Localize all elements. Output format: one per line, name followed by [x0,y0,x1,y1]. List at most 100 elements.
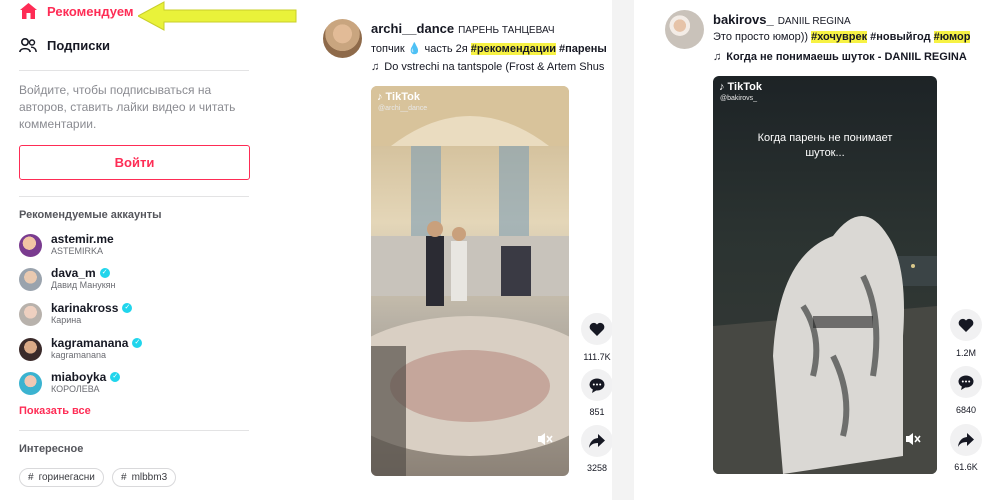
show-all-link[interactable]: Показать все [19,405,91,417]
mute-icon[interactable] [537,432,553,449]
tag-label: горинегасни [38,472,95,483]
heart-icon [958,318,974,332]
annotation-arrow [138,1,297,31]
music-title: Do vstrechi na tantspole (Frost & Artem … [384,61,605,73]
login-button[interactable]: Войти [19,145,250,180]
comment-button[interactable] [581,369,613,401]
caption-hashtag[interactable]: #парены [559,43,607,55]
account-name: Давид Манукян [51,280,116,290]
avatar [19,267,42,291]
post-username: archi__dance [371,21,455,36]
caption-hashtag[interactable]: #хочуврек [811,31,868,43]
hashtag-icon: # [28,472,34,483]
caption-text: топчик 💧 часть 2я [371,43,471,55]
avatar [19,233,42,257]
suggested-accounts-title: Рекомендуемые аккаунты [19,209,162,221]
watermark-text: TikTok [727,81,762,93]
verified-icon: ✓ [132,338,143,348]
account-name: kagramanana [51,350,107,360]
nav-following[interactable]: Подписки [19,36,110,54]
nav-recommended-label: Рекомендуем [47,3,134,19]
caption-text: Это просто юмор)) [713,31,812,43]
share-button[interactable] [950,424,982,456]
post-username: bakirovs_ [713,12,774,27]
caption-hashtag[interactable]: #юмор [933,31,971,43]
heart-icon [589,322,605,336]
caption-hashtag[interactable]: #рекомендации [470,43,556,55]
watermark-text: TikTok [385,91,420,103]
music-title: Когда не понимаешь шуток - DANIIL REGINA [726,51,967,63]
suggested-account[interactable]: miaboyka ✓ КОРОЛЕВА [19,369,121,397]
post-nickname: ПАРЕНЬ ТАНЦЕВАЧ [458,25,555,36]
music-note-icon: ♫ [371,61,380,73]
like-button[interactable] [581,313,613,345]
divider [19,196,249,197]
account-username: miaboyka [51,370,107,384]
like-count: 111.7K [583,352,611,362]
suggested-account[interactable]: dava_m ✓ Давид Манукян [19,265,116,293]
comment-icon [958,375,974,390]
suggested-account[interactable]: kagramanana ✓ kagramanana [19,335,143,363]
hashtag-icon: # [121,472,127,483]
tiktok-watermark: ♪ TikTok [377,91,420,103]
caption-hashtag[interactable]: #новыйгод [870,31,930,43]
post-author[interactable]: archi__dance ПАРЕНЬ ТАНЦЕВАЧ [371,21,555,36]
discover-tag[interactable]: # горинегасни [19,468,104,487]
sidebar: Рекомендуем Подписки Войдите, чтобы подп… [0,0,297,500]
share-button[interactable] [581,425,613,457]
comment-icon [589,378,605,393]
post-music[interactable]: ♫ Когда не понимаешь шуток - DANIIL REGI… [713,51,993,63]
comment-button[interactable] [950,366,982,398]
video-player[interactable]: ♪ TikTok @bakirovs_ Когда парень не поним… [713,76,937,474]
avatar [19,337,42,361]
account-username: astemir.me [51,232,114,246]
nav-recommended[interactable]: Рекомендуем [19,2,134,20]
nav-following-label: Подписки [47,37,110,53]
tiktok-page: Рекомендуем Подписки Войдите, чтобы подп… [0,0,1000,500]
account-username: karinakross [51,301,119,315]
video-overlay-text: Когда парень не понимает шуток... [757,132,893,159]
verified-icon: ✓ [122,303,133,313]
tiktok-logo-icon: ♪ [719,81,725,93]
like-count: 1.2M [955,348,976,358]
account-name: ASTEMIRKA [51,246,104,256]
post-caption: топчик 💧 часть 2я #рекомендации #парены [371,42,612,55]
share-count: 61.6K [954,462,978,472]
account-username: dava_m [51,266,96,280]
divider [19,70,249,71]
like-button[interactable] [950,309,982,341]
suggested-account[interactable]: astemir.me ASTEMIRKA [19,231,114,259]
video-player[interactable]: ♪ TikTok @archi__dance [371,86,569,476]
discover-tag[interactable]: # mlbbm3 [112,468,177,487]
tiktok-watermark: ♪ TikTok [719,81,762,93]
following-icon [19,36,37,54]
share-count: 3258 [586,463,608,473]
avatar [19,302,42,326]
video-frame [371,86,569,476]
login-hint: Войдите, чтобы подписываться на авторов,… [19,83,236,131]
share-icon [589,434,605,448]
account-name: Карина [51,315,82,325]
post-music[interactable]: ♫ Do vstrechi na tantspole (Frost & Arte… [371,61,612,73]
avatar [19,371,42,395]
avatar[interactable] [665,10,704,49]
post-caption: Это просто юмор)) #хочуврек #новыйгод #ю… [713,31,993,43]
verified-icon: ✓ [110,372,121,382]
post-author[interactable]: bakirovs_ DANIIL REGINA [713,12,851,27]
verified-icon: ✓ [99,268,110,278]
tiktok-logo-icon: ♪ [377,91,383,103]
feed-gap [612,0,634,500]
mute-icon[interactable] [905,432,921,449]
watermark-handle: @archi__dance [378,105,428,112]
discover-title: Интересное [19,443,84,455]
divider [19,430,249,431]
avatar[interactable] [323,19,362,58]
home-icon [19,2,37,20]
share-icon [958,433,974,447]
comment-count: 851 [589,407,605,417]
account-name: КОРОЛЕВА [51,384,100,394]
watermark-handle: @bakirovs_ [720,95,758,102]
tag-label: mlbbm3 [131,472,168,483]
account-username: kagramanana [51,336,129,350]
suggested-account[interactable]: karinakross ✓ Карина [19,300,133,328]
